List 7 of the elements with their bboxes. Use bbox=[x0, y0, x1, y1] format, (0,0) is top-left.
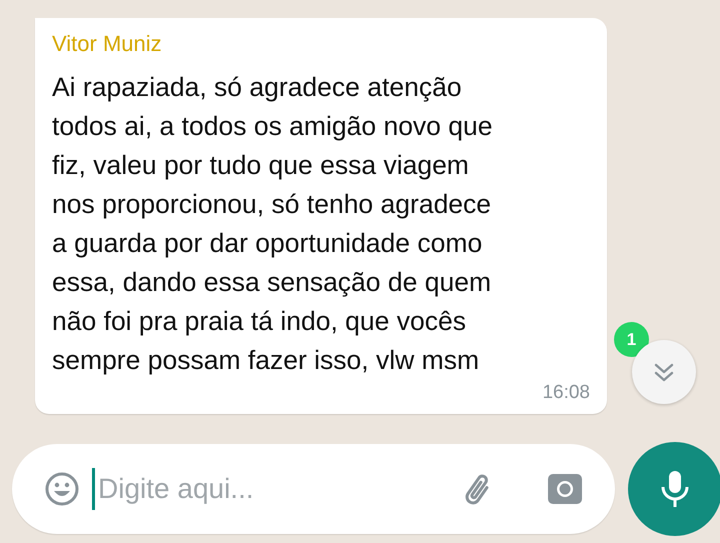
unread-badge: 1 bbox=[614, 322, 649, 357]
message-text: Ai rapaziada, só agradece atenção todos ai, a todos os amigão novo que fiz, valeu por tudo que essa viagem nos proporcionou, só tenho agradece a guarda por dar oportunidade como essa, dando essa sensação de quem não foi pra praia tá indo, que vocês sempre possam fazer isso, vlw msm bbox=[52, 71, 494, 377]
message-time: 16:08 bbox=[542, 381, 590, 405]
emoji-icon[interactable] bbox=[44, 471, 80, 507]
sender-name: Vitor Muniz bbox=[52, 30, 163, 58]
text-cursor bbox=[92, 468, 95, 510]
message-field[interactable]: Digite aqui... bbox=[98, 473, 459, 505]
